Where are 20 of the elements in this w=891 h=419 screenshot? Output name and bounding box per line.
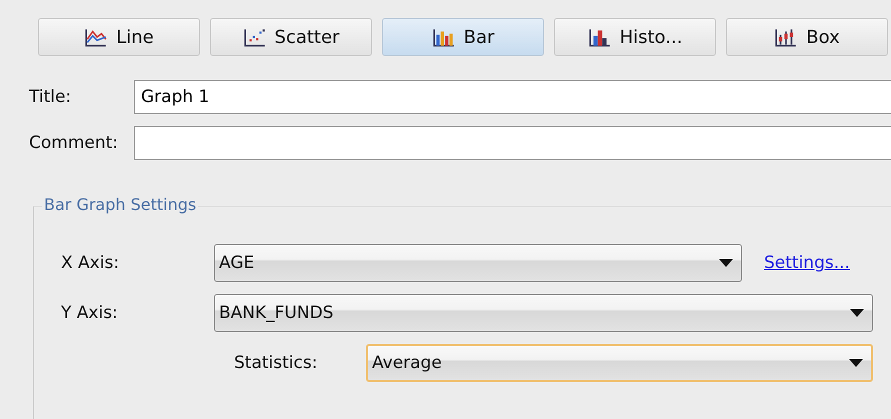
field-label: X Axis: (60, 253, 120, 273)
dropdown[interactable]: Average (366, 344, 873, 382)
caret-icon (719, 259, 733, 267)
graph-type-button[interactable]: Line (38, 18, 200, 56)
graph-type-button[interactable]: Box (726, 18, 888, 56)
field-label: Y Axis: (60, 303, 119, 323)
title-field[interactable]: Graph 1 (134, 80, 891, 114)
field-label: Comment: (28, 133, 120, 153)
graph-type-button[interactable]: Histo... (554, 18, 716, 56)
field-label: Statistics: (233, 353, 318, 373)
graph-type-button[interactable]: Bar (382, 18, 544, 56)
comment-field[interactable] (134, 126, 891, 160)
caret-icon (849, 359, 863, 367)
group-title: Bar Graph Settings (42, 195, 198, 214)
dropdown[interactable]: BANK_FUNDS (214, 294, 873, 332)
field-label: Title: (28, 87, 72, 107)
dropdown[interactable]: AGE (214, 244, 742, 282)
graph-type-button[interactable]: Scatter (210, 18, 372, 56)
caret-icon (850, 309, 864, 317)
settings-link[interactable]: Settings... (764, 253, 850, 273)
